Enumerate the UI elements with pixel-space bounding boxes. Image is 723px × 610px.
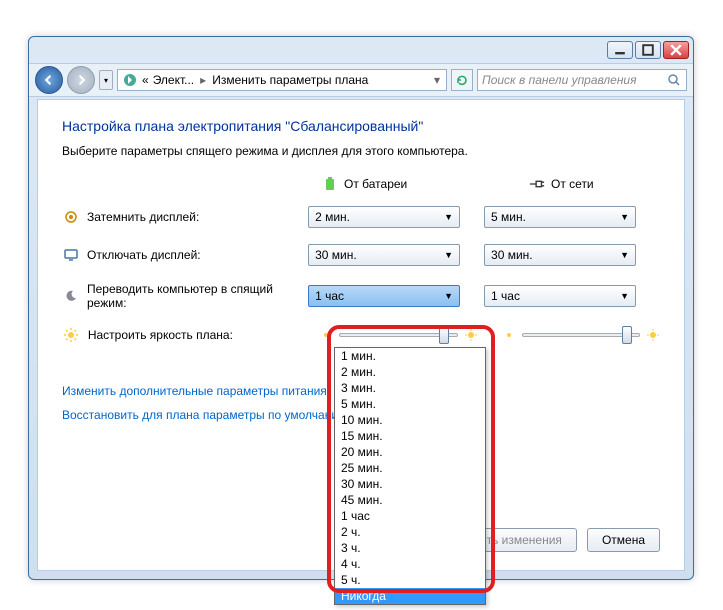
battery-icon: [322, 176, 338, 192]
dim-label: Затемнить дисплей:: [87, 210, 308, 224]
chevron-down-icon: ▼: [620, 291, 629, 301]
sun-bright-icon: [464, 328, 478, 342]
titlebar: [29, 37, 693, 63]
display-ac-dropdown[interactable]: 30 мин.▼: [484, 244, 636, 266]
sleep-battery-dropdown[interactable]: 1 час▼: [308, 285, 460, 307]
dropdown-option[interactable]: 5 мин.: [335, 396, 485, 412]
chevron-down-icon: ▼: [620, 250, 629, 260]
sleep-ac-dropdown[interactable]: 1 час▼: [484, 285, 636, 307]
nav-history-dropdown[interactable]: ▾: [99, 70, 113, 90]
display-label: Отключать дисплей:: [87, 248, 308, 262]
chevron-down-icon: ▼: [444, 250, 453, 260]
col-ac-label: От сети: [551, 177, 594, 191]
slider-thumb[interactable]: [439, 326, 449, 344]
dim-icon: [64, 210, 78, 224]
power-plan-icon: [122, 72, 138, 88]
column-headers: От батареи От сети: [322, 176, 660, 192]
plug-icon: [529, 176, 545, 192]
sleep-icon: [64, 289, 78, 303]
dropdown-option[interactable]: Никогда: [335, 588, 485, 604]
maximize-button[interactable]: [635, 41, 661, 59]
row-display: Отключать дисплей: 30 мин.▼ 30 мин.▼: [62, 244, 660, 266]
sleep-label: Переводить компьютер в спящий режим:: [87, 282, 308, 310]
dropdown-option[interactable]: 3 мин.: [335, 380, 485, 396]
row-brightness: Настроить яркость плана:: [62, 326, 660, 344]
page-title: Настройка плана электропитания "Сбаланси…: [62, 118, 660, 134]
navbar: ▾ « Элект... ▸ Изменить параметры плана …: [29, 63, 693, 97]
address-bar[interactable]: « Элект... ▸ Изменить параметры плана ▾: [117, 69, 447, 91]
dropdown-option[interactable]: 3 ч.: [335, 540, 485, 556]
cancel-button[interactable]: Отмена: [587, 528, 660, 552]
brightness-ac-slider[interactable]: [522, 333, 640, 337]
dropdown-option[interactable]: 4 ч.: [335, 556, 485, 572]
dropdown-option[interactable]: 2 мин.: [335, 364, 485, 380]
sleep-dropdown-list[interactable]: 1 мин.2 мин.3 мин.5 мин.10 мин.15 мин.20…: [334, 347, 486, 605]
search-input[interactable]: Поиск в панели управления: [477, 69, 687, 91]
brightness-icon: [64, 328, 78, 342]
page-subtitle: Выберите параметры спящего режима и дисп…: [62, 144, 660, 158]
slider-thumb[interactable]: [622, 326, 632, 344]
forward-button[interactable]: [67, 66, 95, 94]
crumb-prev: «: [142, 73, 149, 87]
dropdown-option[interactable]: 10 мин.: [335, 412, 485, 428]
address-dropdown-icon[interactable]: ▾: [434, 73, 440, 87]
dropdown-option[interactable]: 2 ч.: [335, 524, 485, 540]
dropdown-option[interactable]: 1 мин.: [335, 348, 485, 364]
refresh-button[interactable]: [451, 69, 473, 91]
minimize-button[interactable]: [607, 41, 633, 59]
row-sleep: Переводить компьютер в спящий режим: 1 ч…: [62, 282, 660, 310]
dropdown-option[interactable]: 45 мин.: [335, 492, 485, 508]
dim-ac-dropdown[interactable]: 5 мин.▼: [484, 206, 636, 228]
dropdown-option[interactable]: 25 мин.: [335, 460, 485, 476]
chevron-down-icon: ▼: [444, 212, 453, 222]
search-placeholder: Поиск в панели управления: [482, 73, 666, 87]
close-button[interactable]: [663, 41, 689, 59]
crumb-current[interactable]: Изменить параметры плана: [212, 73, 368, 87]
brightness-label: Настроить яркость плана:: [88, 328, 320, 342]
display-battery-dropdown[interactable]: 30 мин.▼: [308, 244, 460, 266]
crumb-parent[interactable]: Элект...: [153, 73, 194, 87]
dropdown-option[interactable]: 30 мин.: [335, 476, 485, 492]
chevron-right-icon: ▸: [200, 73, 206, 87]
display-icon: [64, 248, 78, 262]
window: ▾ « Элект... ▸ Изменить параметры плана …: [28, 36, 694, 580]
chevron-down-icon: ▼: [444, 291, 453, 301]
back-button[interactable]: [35, 66, 63, 94]
sun-dim-icon: [502, 328, 516, 342]
row-dim: Затемнить дисплей: 2 мин.▼ 5 мин.▼: [62, 206, 660, 228]
dropdown-option[interactable]: 20 мин.: [335, 444, 485, 460]
chevron-down-icon: ▼: [620, 212, 629, 222]
sun-dim-icon: [319, 328, 333, 342]
dropdown-option[interactable]: 5 ч.: [335, 572, 485, 588]
search-icon: [666, 72, 682, 88]
dropdown-option[interactable]: 1 час: [335, 508, 485, 524]
dropdown-option[interactable]: 15 мин.: [335, 428, 485, 444]
sun-bright-icon: [646, 328, 660, 342]
dim-battery-dropdown[interactable]: 2 мин.▼: [308, 206, 460, 228]
col-battery-label: От батареи: [344, 177, 407, 191]
brightness-battery-slider[interactable]: [339, 333, 457, 337]
